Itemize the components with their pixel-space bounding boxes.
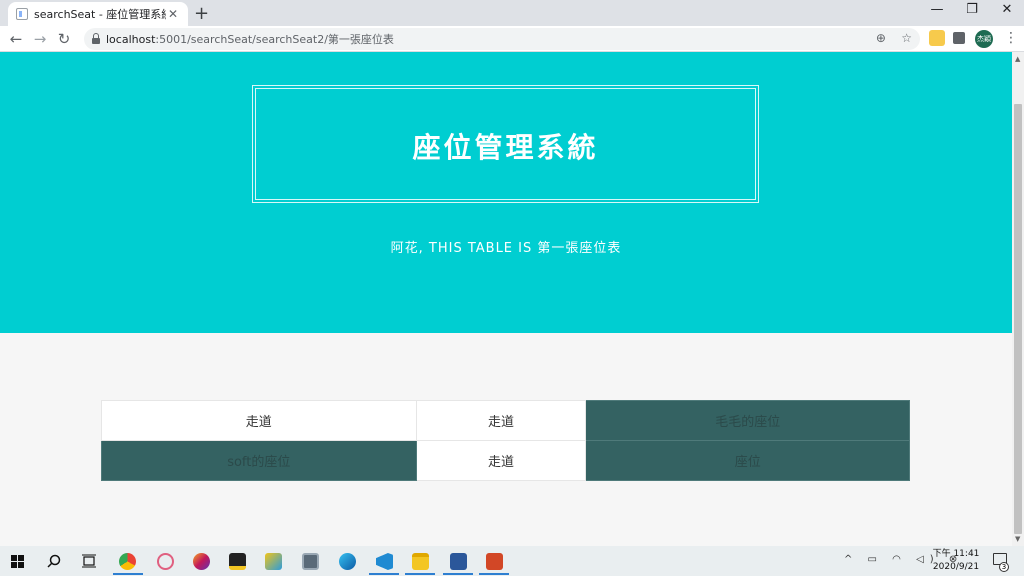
tab-title: searchSeat - 座位管理系統 — [34, 8, 166, 21]
hero-title-frame: 座位管理系統 — [252, 85, 759, 203]
clock-date: 2020/9/21 — [932, 562, 980, 572]
profile-avatar[interactable]: 杰穎 — [975, 30, 993, 48]
hero-banner: 座位管理系統 阿花, THIS TABLE IS 第一張座位表 — [0, 52, 1012, 333]
tab-strip: searchSeat - 座位管理系統 ✕ + — ❐ ✕ — [0, 0, 1024, 26]
browser-menu-icon[interactable]: ⋮ — [1004, 30, 1018, 46]
extension-calendar-icon[interactable] — [929, 30, 945, 46]
notification-count-badge: 3 — [999, 562, 1009, 572]
paint-app-icon[interactable] — [193, 553, 210, 570]
calculator-icon[interactable] — [302, 553, 319, 570]
chrome-active-indicator — [113, 573, 143, 575]
extensions-puzzle-icon[interactable] — [953, 32, 965, 44]
clock[interactable]: 下午 11:41 2020/9/21 — [932, 548, 980, 574]
vscode-icon[interactable] — [376, 553, 393, 570]
sticky-notes-icon[interactable] — [229, 553, 246, 570]
seat-cell-aisle[interactable]: 走道 — [415, 440, 587, 481]
restore-button[interactable]: ❐ — [955, 2, 989, 17]
search-icon[interactable] — [47, 554, 61, 568]
app-pinned-icon[interactable] — [265, 553, 282, 570]
seat-cell-aisle[interactable]: 走道 — [415, 400, 587, 441]
tab-close-icon[interactable]: ✕ — [166, 7, 180, 21]
word-icon[interactable] — [450, 553, 467, 570]
seat-cell-occupied[interactable]: 毛毛的座位 — [585, 400, 910, 441]
browser-tab[interactable]: searchSeat - 座位管理系統 ✕ — [8, 2, 188, 26]
snipping-tool-icon[interactable] — [157, 553, 174, 570]
table-row: soft的座位 走道 座位 — [101, 440, 910, 481]
windows-start-icon[interactable] — [11, 555, 24, 568]
hero-subtitle: 阿花, THIS TABLE IS 第一張座位表 — [390, 241, 622, 256]
clock-time: 下午 11:41 — [932, 549, 980, 559]
taskbar: ^ ▭ ◠ ◁) ⊗ 下午 11:41 2020/9/21 3 — [0, 546, 1024, 576]
zoom-icon[interactable]: ⊕ — [876, 31, 886, 45]
seat-cell-aisle[interactable]: 走道 — [101, 400, 417, 441]
omnibox-actions: ⊕ ☆ — [876, 31, 912, 45]
new-tab-button[interactable]: + — [194, 3, 209, 24]
seat-table: 走道 走道 毛毛的座位 soft的座位 走道 座位 — [101, 400, 910, 481]
window-close-button[interactable]: ✕ — [990, 2, 1024, 17]
edge-browser-icon[interactable] — [339, 553, 356, 570]
powerpoint-icon[interactable] — [486, 553, 503, 570]
reload-button[interactable]: ↻ — [54, 30, 74, 48]
scroll-up-arrow-icon[interactable]: ▲ — [1015, 55, 1020, 63]
minimize-button[interactable]: — — [920, 2, 954, 17]
scroll-thumb[interactable] — [1014, 104, 1022, 534]
address-bar[interactable]: localhost:5001/searchSeat/searchSeat2/第一… — [84, 28, 920, 50]
word-active-indicator — [443, 573, 473, 575]
url-host: localhost — [106, 32, 156, 46]
seat-cell-occupied[interactable]: 座位 — [585, 440, 910, 481]
page-title: 座位管理系統 — [412, 131, 599, 164]
page-favicon-icon — [16, 8, 28, 20]
table-row: 走道 走道 毛毛的座位 — [101, 400, 910, 441]
forward-button[interactable]: → — [30, 30, 50, 48]
explorer-active-indicator — [405, 573, 435, 575]
browser-toolbar: ← → ↻ localhost:5001/searchSeat/searchSe… — [0, 26, 1024, 52]
scroll-down-arrow-icon[interactable]: ▼ — [1015, 535, 1020, 543]
page-scrollbar[interactable]: ▲ ▼ — [1012, 52, 1024, 546]
vscode-active-indicator — [369, 573, 399, 575]
chrome-taskbar-icon[interactable] — [119, 553, 136, 570]
url-path: :5001/searchSeat/searchSeat2/第一張座位表 — [155, 33, 394, 46]
seat-cell-occupied[interactable]: soft的座位 — [101, 440, 417, 481]
file-explorer-icon[interactable] — [412, 553, 429, 570]
back-button[interactable]: ← — [6, 30, 26, 48]
powerpoint-active-indicator — [479, 573, 509, 575]
task-view-icon[interactable] — [82, 554, 96, 568]
page-viewport: 座位管理系統 阿花, THIS TABLE IS 第一張座位表 走道 走道 毛毛… — [0, 52, 1012, 546]
bookmark-star-icon[interactable]: ☆ — [901, 31, 912, 45]
lock-icon — [92, 33, 100, 44]
